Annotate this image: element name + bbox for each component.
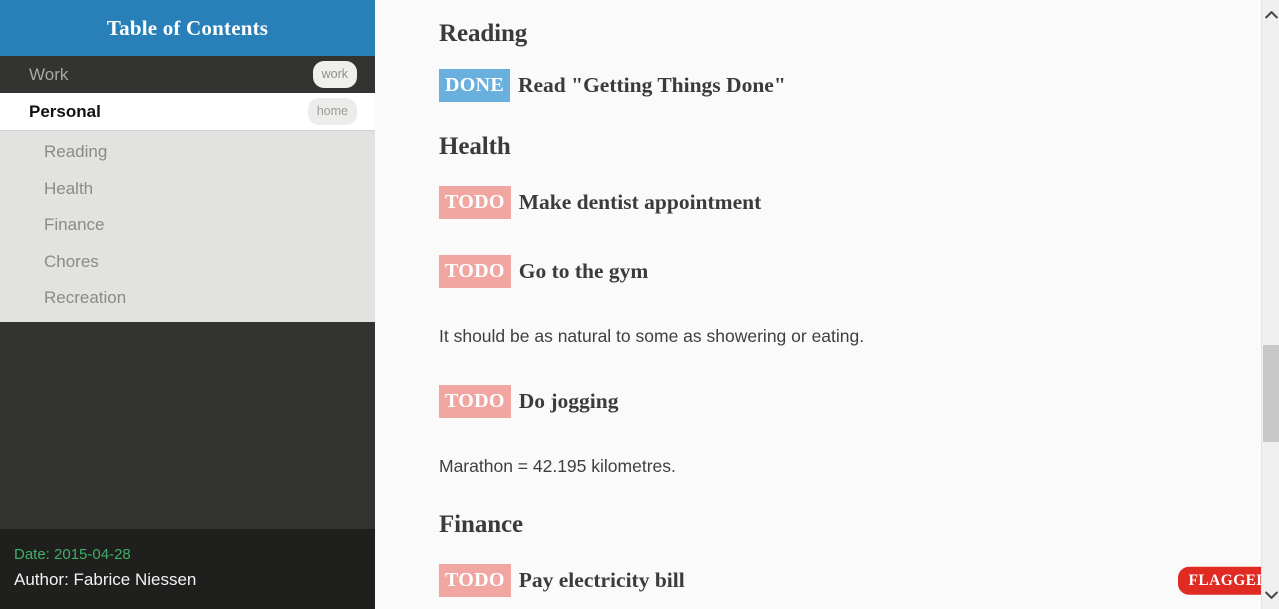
document-body: Reading DONE Read "Getting Things Done" … [439,0,1279,597]
status-badge-todo: TODO [439,255,511,288]
scroll-down-button[interactable] [1262,586,1279,604]
status-badge-todo: TODO [439,186,511,219]
status-badge-todo: TODO [439,384,511,418]
status-badge-todo: TODO [439,564,511,597]
task-item-read-getting-things-done[interactable]: DONE Read "Getting Things Done" [439,69,1279,102]
sidebar-item-health[interactable]: Health [0,171,375,208]
paragraph-marathon-distance: Marathon = 42.195 kilometres. [439,455,676,476]
task-label: Read "Getting Things Done" [517,73,786,97]
task-label: Do jogging [518,388,619,413]
sidebar-item-work[interactable]: Work work [0,56,375,93]
sidebar-item-personal-label: Personal [29,101,101,121]
document-date: Date: 2015-04-28 [14,545,131,563]
sidebar-item-reading-label: Reading [44,142,108,162]
toc-header: Table of Contents [0,0,375,56]
section-heading-reading: Reading [439,20,528,47]
sidebar-table-of-contents: Table of Contents Work work Personal hom… [0,0,375,609]
document-author: Author: Fabrice Niessen [14,569,197,589]
sidebar-item-work-tag[interactable]: work [312,60,357,89]
status-badge-done: DONE [439,69,510,102]
paragraph-showering-or-eating: It should be as natural to some as showe… [439,326,865,346]
sidebar-item-finance[interactable]: Finance [0,207,375,244]
sidebar-item-chores-label: Chores [44,251,99,271]
chevron-up-icon [1264,10,1278,19]
task-item-make-dentist-appointment[interactable]: TODO Make dentist appointment [439,186,1279,219]
sidebar-item-personal[interactable]: Personal home [0,93,375,130]
toc-header-title: Table of Contents [106,15,269,40]
sidebar-footer: Date: 2015-04-28 Author: Fabrice Niessen [0,528,375,609]
sidebar-empty-space [0,321,375,529]
task-label: Pay electricity bill [518,568,685,592]
org-mode-document-viewer: Table of Contents Work work Personal hom… [0,0,1279,609]
section-heading-finance: Finance [439,511,524,538]
task-item-go-to-the-gym[interactable]: TODO Go to the gym [439,255,1279,288]
task-label: Make dentist appointment [518,190,762,214]
sidebar-sub-list: Reading Health Finance Chores Recreation [0,130,375,322]
task-item-pay-electricity-bill[interactable]: TODO Pay electricity bill FLAGGED [439,564,1279,597]
task-item-do-jogging[interactable]: TODO Do jogging [439,384,1279,418]
chevron-down-icon [1264,591,1278,600]
sidebar-item-health-label: Health [44,178,94,198]
task-label: Go to the gym [518,259,649,283]
scroll-up-button[interactable] [1262,5,1279,23]
vertical-scrollbar[interactable] [1261,0,1279,609]
sidebar-item-chores[interactable]: Chores [0,244,375,281]
sidebar-item-recreation[interactable]: Recreation [0,280,375,317]
sidebar-item-finance-label: Finance [44,215,105,235]
sidebar-item-recreation-label: Recreation [44,288,127,308]
document-content: Reading DONE Read "Getting Things Done" … [375,0,1279,609]
sidebar-item-work-label: Work [29,64,69,84]
scrollbar-thumb[interactable] [1263,345,1279,442]
sidebar-item-personal-tag[interactable]: home [307,97,357,126]
section-heading-health: Health [439,133,511,160]
sidebar-item-reading[interactable]: Reading [0,134,375,171]
